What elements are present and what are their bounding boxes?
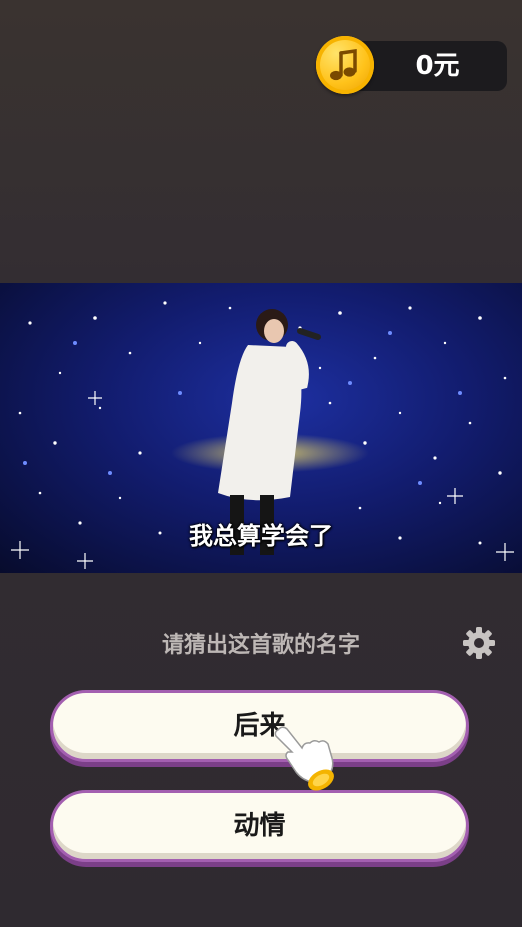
lyric-subtitle: 我总算学会了 bbox=[189, 522, 333, 550]
quiz-prompt: 请猜出这首歌的名字 bbox=[161, 633, 360, 658]
pointing-hand-icon bbox=[274, 726, 334, 791]
music-note-coin-icon bbox=[316, 36, 374, 94]
answer-option-1[interactable]: 后来 bbox=[50, 690, 469, 762]
answer-option-2[interactable]: 动情 bbox=[50, 790, 469, 862]
balance-amount: 0元 bbox=[415, 51, 460, 81]
gear-icon[interactable] bbox=[461, 625, 497, 661]
video-player[interactable]: 我总算学会了 bbox=[0, 283, 522, 573]
